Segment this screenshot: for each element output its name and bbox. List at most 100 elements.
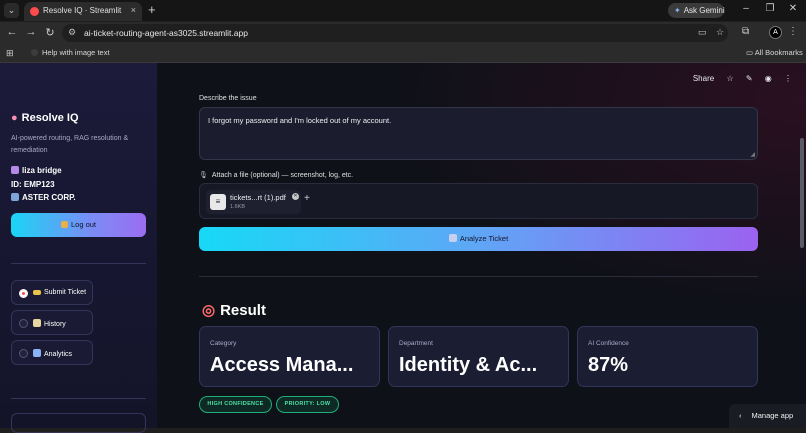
sidebar-bottom-card <box>11 413 146 433</box>
tab-title: Resolve IQ · Streamlit <box>43 6 122 15</box>
nav-history-label: History <box>33 319 66 328</box>
address-bar[interactable]: ⚙ ai-ticket-routing-agent-as3025.streaml… <box>62 24 728 42</box>
result-heading-text: Result <box>220 302 266 319</box>
main-content: Share ☆ ✎ ◉ ⋮ Describe the issue I forgo… <box>157 63 806 428</box>
nav-analytics-text: Analytics <box>44 351 73 358</box>
window-maximize-icon[interactable]: ❐ <box>763 3 777 14</box>
attach-label-text: Attach a file (optional) — screenshot, l… <box>211 172 354 179</box>
ticket-icon <box>33 290 41 295</box>
logout-label: Log out <box>70 220 97 229</box>
confidence-card: AI Confidence 87% <box>577 326 758 387</box>
manage-app-label: Manage app <box>751 411 794 420</box>
ask-gemini-button[interactable]: ✦ Ask Gemini <box>668 3 725 18</box>
issue-textarea[interactable]: I forgot my password and I'm locked out … <box>199 107 758 160</box>
crystal-ball-icon <box>448 234 457 242</box>
sidebar-divider <box>11 398 146 399</box>
nav-history[interactable]: History <box>11 310 93 335</box>
analyze-ticket-button[interactable]: Analyze Ticket <box>199 227 758 251</box>
app-title: ● Resolve IQ <box>11 112 79 124</box>
category-card: Category Access Mana... <box>199 326 380 387</box>
radio-selected-icon <box>19 289 28 298</box>
install-app-icon[interactable]: ▭ <box>698 27 707 38</box>
logout-icon <box>60 221 68 228</box>
nav-history-text: History <box>44 321 66 328</box>
streamlit-app: ● Resolve IQ AI-powered routing, RAG reso… <box>0 63 806 433</box>
nav-submit-ticket-label: Submit Ticket <box>33 289 86 296</box>
chart-icon <box>33 349 41 357</box>
user-icon <box>11 166 19 174</box>
chevron-left-icon: ‹ <box>739 411 742 420</box>
file-size: 1.6KB <box>230 204 245 210</box>
department-label: Department <box>399 340 433 347</box>
ask-gemini-label: Ask Gemini <box>683 6 725 15</box>
section-divider <box>199 276 758 277</box>
forward-arrow-icon[interactable]: → <box>24 26 38 38</box>
nav-submit-ticket[interactable]: Submit Ticket <box>11 280 93 305</box>
github-icon[interactable]: ◉ <box>765 74 772 83</box>
analyze-ticket-label: Analyze Ticket <box>459 234 509 243</box>
resize-handle-icon[interactable]: ◢ <box>750 151 755 158</box>
profile-avatar[interactable]: A <box>769 26 782 39</box>
radio-unselected-icon <box>19 319 28 328</box>
folder-icon: ▭ <box>746 48 755 57</box>
confidence-badge: HIGH CONFIDENCE <box>199 396 272 413</box>
nav-analytics[interactable]: Analytics <box>11 340 93 365</box>
priority-badge: PRIORITY: LOW <box>276 396 339 413</box>
window-minimize-icon[interactable]: – <box>739 3 753 14</box>
reload-icon[interactable]: ↻ <box>43 26 57 39</box>
bookmarks-bar: ⊞ Help with image text ▭ All Bookmarks <box>0 44 806 63</box>
scrollbar[interactable] <box>800 138 804 248</box>
user-name-text: liza bridge <box>22 166 62 175</box>
window-close-icon[interactable]: ✕ <box>786 3 800 14</box>
site-info-icon[interactable]: ⚙ <box>68 27 76 38</box>
department-card: Department Identity & Ac... <box>388 326 569 387</box>
nav-analytics-label: Analytics <box>33 349 72 358</box>
add-file-icon[interactable]: + <box>304 193 310 204</box>
user-id: ID: EMP123 <box>11 180 55 189</box>
user-name: liza bridge <box>11 166 62 175</box>
apps-grid-icon[interactable]: ⊞ <box>6 48 14 59</box>
new-tab-button[interactable]: + <box>148 2 156 17</box>
top-toolbar: Share ☆ ✎ ◉ ⋮ <box>683 74 792 83</box>
streamlit-favicon-icon <box>30 7 39 16</box>
user-org: ASTER CORP. <box>11 193 76 202</box>
bookmark-star-icon[interactable]: ☆ <box>716 27 724 38</box>
address-bar-row: ← → ↻ ⚙ ai-ticket-routing-agent-as3025.s… <box>0 22 806 44</box>
more-menu-icon[interactable]: ⋮ <box>784 74 792 83</box>
remove-file-icon[interactable]: ✕ <box>292 193 299 200</box>
department-value: Identity & Ac... <box>399 354 538 376</box>
all-bookmarks[interactable]: ▭ All Bookmarks <box>746 48 803 57</box>
file-name: tickets...rt (1).pdf <box>230 193 286 202</box>
bookmark-item-label: Help with image text <box>42 48 110 57</box>
building-icon <box>11 193 19 201</box>
category-label: Category <box>210 340 237 347</box>
uploaded-file-chip: ≡ tickets...rt (1).pdf 1.6KB ✕ <box>206 190 301 214</box>
logout-button[interactable]: Log out <box>11 213 146 237</box>
share-button[interactable]: Share <box>693 74 714 83</box>
radio-unselected-icon <box>19 349 28 358</box>
confidence-label: AI Confidence <box>588 340 629 347</box>
issue-label: Describe the issue <box>199 95 257 102</box>
browser-tab[interactable]: Resolve IQ · Streamlit × <box>24 2 142 21</box>
issue-text: I forgot my password and I'm locked out … <box>208 116 392 125</box>
app-title-text: Resolve IQ <box>21 112 79 124</box>
edit-pencil-icon[interactable]: ✎ <box>746 74 753 83</box>
microphone-icon: 🎙 <box>199 172 208 179</box>
manage-app-button[interactable]: ‹ Manage app <box>729 404 806 428</box>
sidebar-divider <box>11 263 146 264</box>
tab-close-icon[interactable]: × <box>131 5 136 15</box>
brain-icon: ● <box>11 112 18 124</box>
back-arrow-icon[interactable]: ← <box>5 26 19 38</box>
url-text: ai-ticket-routing-agent-as3025.streamlit… <box>84 28 248 38</box>
extensions-icon[interactable]: ⧉ <box>742 26 749 37</box>
attach-label: 🎙 Attach a file (optional) — screenshot, … <box>199 171 353 179</box>
bookmark-favicon-icon <box>31 49 38 56</box>
tab-search-icon[interactable]: ⌄ <box>4 3 19 18</box>
bookmark-item[interactable]: Help with image text <box>31 48 110 57</box>
star-icon[interactable]: ☆ <box>726 74 733 83</box>
browser-chrome: ⌄ Resolve IQ · Streamlit × + ✦ Ask Gemini… <box>0 0 806 63</box>
browser-menu-icon[interactable]: ⋮ <box>788 26 798 37</box>
tab-strip: ⌄ Resolve IQ · Streamlit × + ✦ Ask Gemini… <box>0 0 806 21</box>
category-value: Access Mana... <box>210 354 354 376</box>
file-uploader[interactable]: ≡ tickets...rt (1).pdf 1.6KB ✕ + <box>199 183 758 219</box>
